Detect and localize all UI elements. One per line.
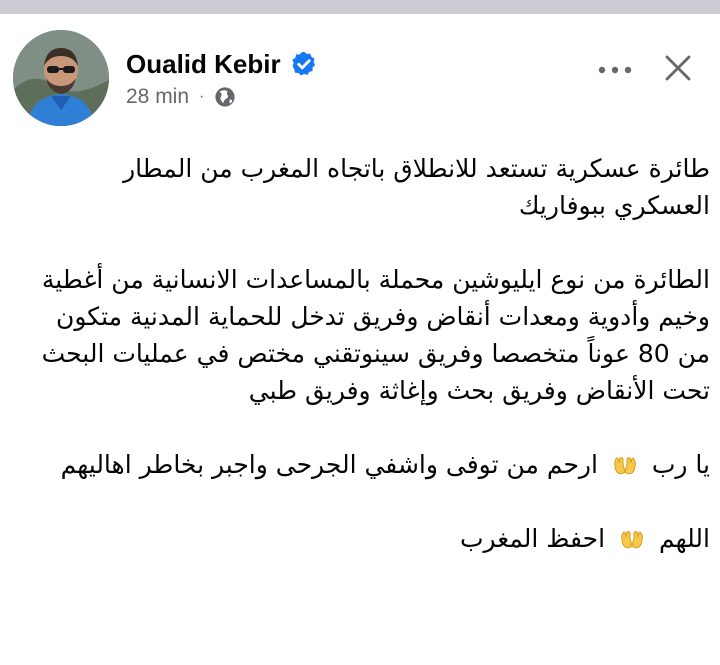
meta-separator: · xyxy=(199,88,205,105)
post-header: Oualid Kebir 28 min · xyxy=(0,14,720,126)
prayer-2-start: اللهم xyxy=(658,524,710,553)
prayer-2-rest: احفظ المغرب xyxy=(459,524,606,553)
globe-icon[interactable] xyxy=(214,86,236,108)
prayer-1-start: يا رب xyxy=(651,450,710,479)
close-icon[interactable] xyxy=(660,50,696,86)
more-options-icon[interactable] xyxy=(595,60,635,80)
author-avatar[interactable] xyxy=(13,30,109,126)
author-name-row: Oualid Kebir xyxy=(126,48,318,80)
verified-badge-icon xyxy=(292,51,315,76)
post-prayer-1: يا رب ارحم من توفى واشفي الجرحى واجبر بخ… xyxy=(30,446,710,483)
post-prayer-2: اللهم احفظ المغرب xyxy=(30,520,710,557)
open-hands-emoji-icon xyxy=(621,531,643,549)
open-hands-emoji-icon xyxy=(614,457,636,475)
post-meta: 28 min · xyxy=(126,85,236,109)
post-paragraph-2: الطائرة من نوع ايليوشين محملة بالمساعدات… xyxy=(41,265,710,405)
post-time[interactable]: 28 min xyxy=(126,85,189,109)
post-paragraph-1: طائرة عسكرية تستعد للانطلاق باتجاه المغر… xyxy=(123,154,710,220)
author-name[interactable]: Oualid Kebir xyxy=(126,49,281,80)
prayer-1-rest: ارحم من توفى واشفي الجرحى واجبر بخاطر اه… xyxy=(60,450,598,479)
window-top-bar xyxy=(0,0,720,14)
post-body: طائرة عسكرية تستعد للانطلاق باتجاه المغر… xyxy=(30,150,710,557)
